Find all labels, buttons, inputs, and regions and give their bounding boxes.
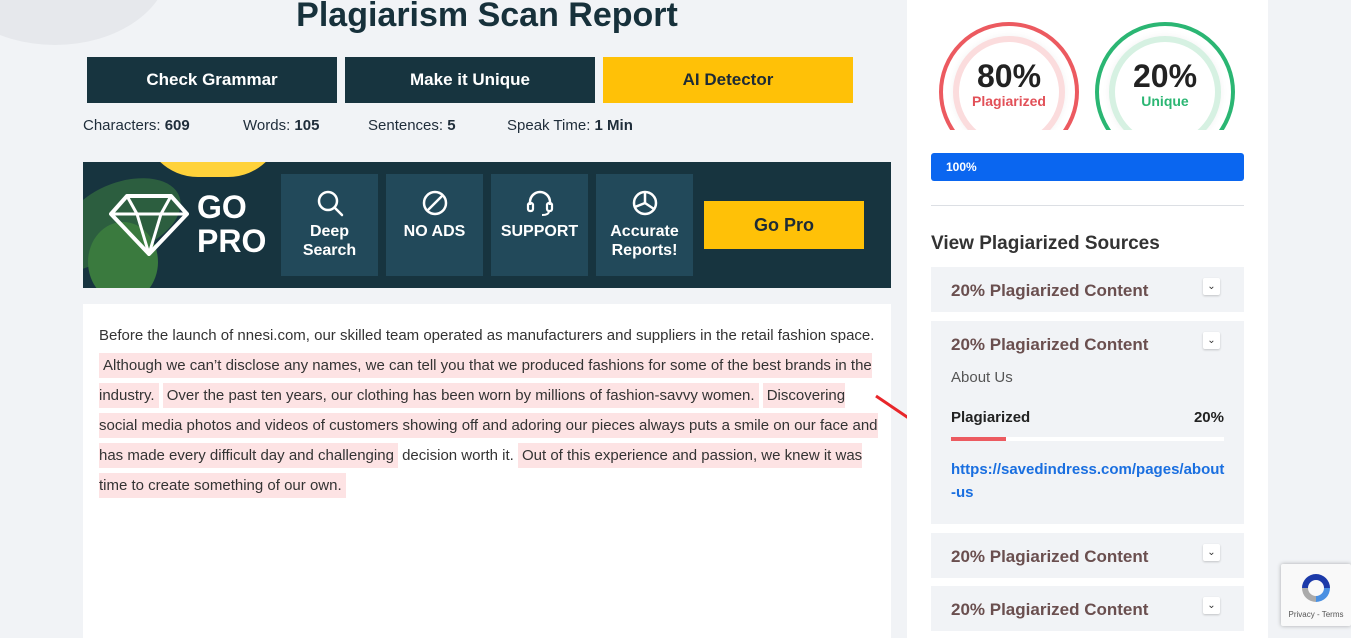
feature-accurate-reports: Accurate Reports!	[596, 174, 693, 276]
results-sidebar: 80% Plagiarized 20% Unique 100% View Pla…	[907, 0, 1268, 638]
source-heading: 20% Plagiarized Content	[951, 335, 1149, 354]
recaptcha-icon	[1302, 574, 1330, 602]
sun-decoration	[143, 162, 283, 177]
source-page-title: About Us	[951, 369, 1013, 386]
source-accordion[interactable]: 20% Plagiarized Content ⌄	[931, 533, 1244, 578]
chevron-down-icon[interactable]: ⌄	[1203, 544, 1220, 561]
no-ads-icon	[422, 190, 447, 216]
recaptcha-text: Privacy - Terms	[1288, 610, 1344, 619]
source-match-fill	[951, 437, 1006, 441]
words-stat: Words: 105	[243, 117, 320, 134]
feature-no-ads: NO ADS	[386, 174, 483, 276]
make-unique-button[interactable]: Make it Unique	[345, 57, 595, 103]
plagiarized-gauge: 80% Plagiarized	[939, 22, 1079, 130]
source-heading: 20% Plagiarized Content	[951, 281, 1149, 300]
go-pro-banner: GO PRO Deep Search NO ADS SUPPORT Accura…	[83, 162, 891, 288]
source-accordion[interactable]: 20% Plagiarized Content ⌄	[931, 267, 1244, 312]
unique-label: Unique	[1141, 93, 1189, 109]
go-pro-button[interactable]: Go Pro	[704, 201, 864, 249]
source-heading: 20% Plagiarized Content	[951, 600, 1149, 619]
page-title: Plagiarism Scan Report	[296, 0, 678, 34]
unique-percentage: 20%	[1132, 58, 1198, 94]
chevron-down-icon[interactable]: ⌄	[1203, 597, 1220, 614]
scanned-text-panel: Before the launch of nnesi.com, our skil…	[83, 304, 891, 638]
diamond-icon	[109, 194, 189, 256]
chevron-down-icon[interactable]: ⌄	[1203, 332, 1220, 349]
sources-title: View Plagiarized Sources	[931, 233, 1160, 254]
sentence-original: Before the launch of nnesi.com, our skil…	[99, 327, 875, 344]
characters-stat: Characters: 609	[83, 117, 190, 134]
divider	[931, 205, 1244, 206]
source-metric-value: 20%	[1193, 409, 1224, 426]
pie-chart-icon	[632, 190, 657, 216]
headset-icon	[526, 190, 553, 216]
source-url-link[interactable]: https://savedindress.com/pages/about-us	[951, 458, 1226, 504]
source-metric-label: Plagiarized	[951, 409, 1031, 426]
check-grammar-button[interactable]: Check Grammar	[87, 57, 337, 103]
ai-detector-button[interactable]: AI Detector	[603, 57, 853, 103]
unique-gauge: 20% Unique	[1095, 22, 1235, 130]
scanned-text: Before the launch of nnesi.com, our skil…	[99, 321, 879, 501]
feature-deep-search: Deep Search	[281, 174, 378, 276]
plagiarized-percentage: 80%	[976, 58, 1042, 94]
scan-progress-bar: 100%	[931, 153, 1244, 181]
source-match-bar	[951, 437, 1224, 441]
feature-support: SUPPORT	[491, 174, 588, 276]
sentence-plagiarized[interactable]: Over the past ten years, our clothing ha…	[162, 383, 759, 408]
sentences-stat: Sentences: 5	[368, 117, 456, 134]
plagiarized-label: Plagiarized	[972, 93, 1046, 109]
sentence-original: decision worth it.	[402, 447, 514, 464]
speak-time-stat: Speak Time: 1 Min	[507, 117, 633, 134]
source-accordion[interactable]: 20% Plagiarized Content ⌄	[931, 586, 1244, 631]
chevron-down-icon[interactable]: ⌄	[1203, 278, 1220, 295]
recaptcha-badge[interactable]: Privacy - Terms	[1281, 564, 1351, 626]
go-pro-title: GO PRO	[197, 189, 267, 259]
search-icon	[317, 190, 343, 217]
source-accordion-expanded[interactable]: 20% Plagiarized Content ⌄ About Us Plagi…	[931, 321, 1244, 524]
source-heading: 20% Plagiarized Content	[951, 547, 1149, 566]
